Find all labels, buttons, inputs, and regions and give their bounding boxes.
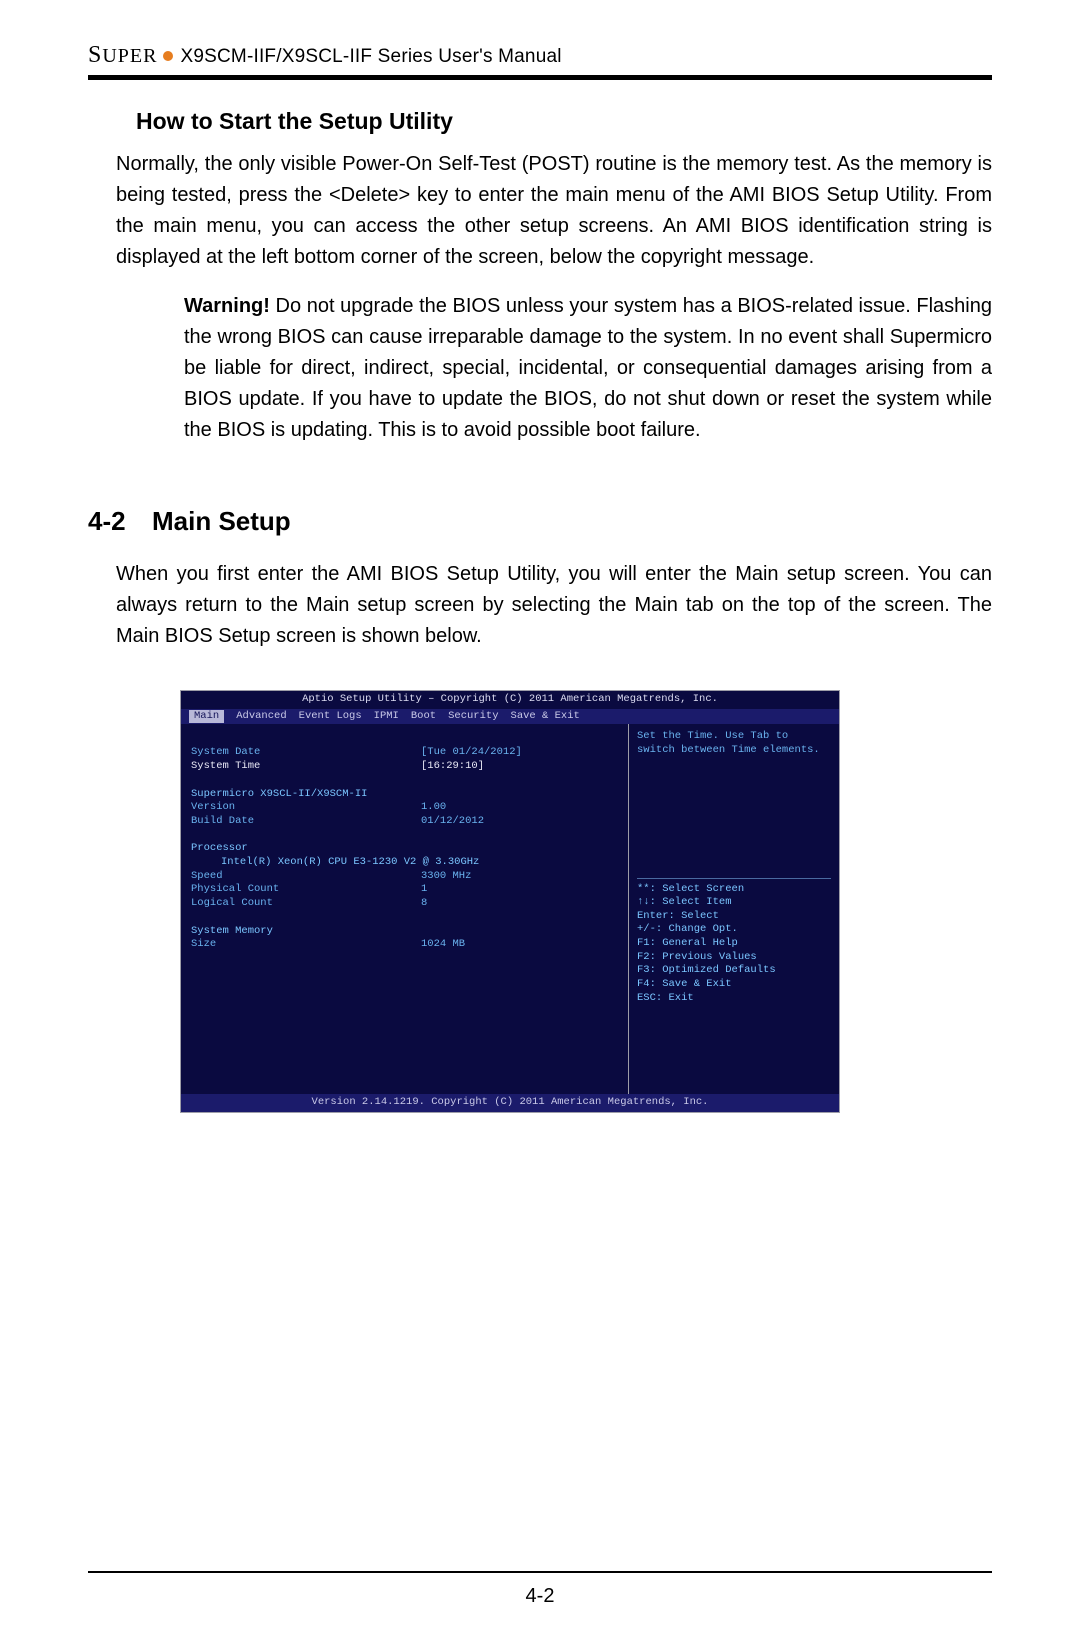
bios-tab-security[interactable]: Security (448, 710, 498, 724)
bios-tab-boot[interactable]: Boot (411, 710, 436, 724)
manual-title: X9SCM-IIF/X9SCL-IIF Series User's Manual (180, 46, 561, 68)
bios-nav-hint: F1: General Help (637, 937, 831, 951)
page-footer: 4-2 (88, 1571, 992, 1608)
bios-help-text: Set the Time. Use Tab to (637, 730, 831, 744)
bios-field-label: Speed (191, 870, 421, 884)
bios-field-label: System Time (191, 760, 421, 774)
bios-nav-hint: F2: Previous Values (637, 951, 831, 965)
bios-help-divider (637, 878, 831, 879)
bios-tab-main[interactable]: Main (189, 710, 224, 724)
footer-rule (88, 1571, 992, 1573)
bios-field-value: 1024 MB (421, 938, 465, 952)
bios-body: System Date[Tue 01/24/2012] System Time[… (181, 724, 839, 1094)
bios-field-label: System Date (191, 746, 421, 760)
paragraph: When you first enter the AMI BIOS Setup … (116, 559, 992, 652)
bios-nav-hint: +/-: Change Opt. (637, 923, 831, 937)
bios-field-value[interactable]: [16:29:10] (421, 760, 484, 774)
bios-left-pane: System Date[Tue 01/24/2012] System Time[… (181, 724, 629, 1094)
bios-field-value[interactable]: [Tue 01/24/2012] (421, 746, 522, 760)
bios-field-label: Logical Count (191, 897, 421, 911)
bios-tabs: Main Advanced Event Logs IPMI Boot Secur… (181, 709, 839, 725)
warning-label: Warning! (184, 295, 270, 317)
brand-logo: SUPER (88, 42, 157, 69)
bios-screenshot: Aptio Setup Utility – Copyright (C) 2011… (180, 690, 840, 1113)
bios-field-label: Size (191, 938, 421, 952)
bios-field-value: 8 (421, 897, 427, 911)
section-name: Main Setup (152, 506, 291, 536)
bios-nav-hint: F3: Optimized Defaults (637, 964, 831, 978)
bios-help-text: switch between Time elements. (637, 744, 831, 758)
bios-field-value: 1.00 (421, 801, 446, 815)
bios-tab-saveexit[interactable]: Save & Exit (511, 710, 580, 724)
bios-processor-model: Intel(R) Xeon(R) CPU E3-1230 V2 @ 3.30GH… (191, 856, 479, 870)
bios-nav-hint: F4: Save & Exit (637, 978, 831, 992)
section-number: 4-2 (88, 506, 152, 537)
bios-titlebar: Aptio Setup Utility – Copyright (C) 2011… (181, 691, 839, 709)
brand-dot-icon (163, 51, 173, 61)
paragraph: Normally, the only visible Power-On Self… (116, 149, 992, 273)
bios-memory-header: System Memory (191, 925, 273, 939)
bios-nav-hint: **: Select Screen (637, 883, 831, 897)
warning-paragraph: Warning! Do not upgrade the BIOS unless … (184, 291, 992, 446)
bios-field-label: Version (191, 801, 421, 815)
manual-header: SUPER X9SCM-IIF/X9SCL-IIF Series User's … (88, 42, 992, 69)
bios-tab-advanced[interactable]: Advanced (236, 710, 286, 724)
header-rule (88, 75, 992, 80)
bios-board-line: Supermicro X9SCL-II/X9SCM-II (191, 788, 367, 802)
bios-footer: Version 2.14.1219. Copyright (C) 2011 Am… (181, 1094, 839, 1112)
bios-tab-eventlogs[interactable]: Event Logs (299, 710, 362, 724)
bios-field-value: 1 (421, 883, 427, 897)
warning-text: Do not upgrade the BIOS unless your syst… (184, 295, 992, 441)
bios-field-value: 01/12/2012 (421, 815, 484, 829)
bios-field-value: 3300 MHz (421, 870, 471, 884)
bios-processor-header: Processor (191, 842, 248, 856)
bios-right-pane: Set the Time. Use Tab to switch between … (629, 724, 839, 1094)
bios-field-label: Physical Count (191, 883, 421, 897)
page-number: 4-2 (88, 1585, 992, 1608)
bios-field-label: Build Date (191, 815, 421, 829)
bios-window: Aptio Setup Utility – Copyright (C) 2011… (180, 690, 840, 1113)
subsection-title: How to Start the Setup Utility (136, 108, 992, 135)
bios-tab-ipmi[interactable]: IPMI (374, 710, 399, 724)
bios-nav-hint: ESC: Exit (637, 992, 831, 1006)
bios-nav-hint: ↑↓: Select Item (637, 896, 831, 910)
section-title: 4-2Main Setup (88, 506, 992, 537)
bios-nav-hint: Enter: Select (637, 910, 831, 924)
